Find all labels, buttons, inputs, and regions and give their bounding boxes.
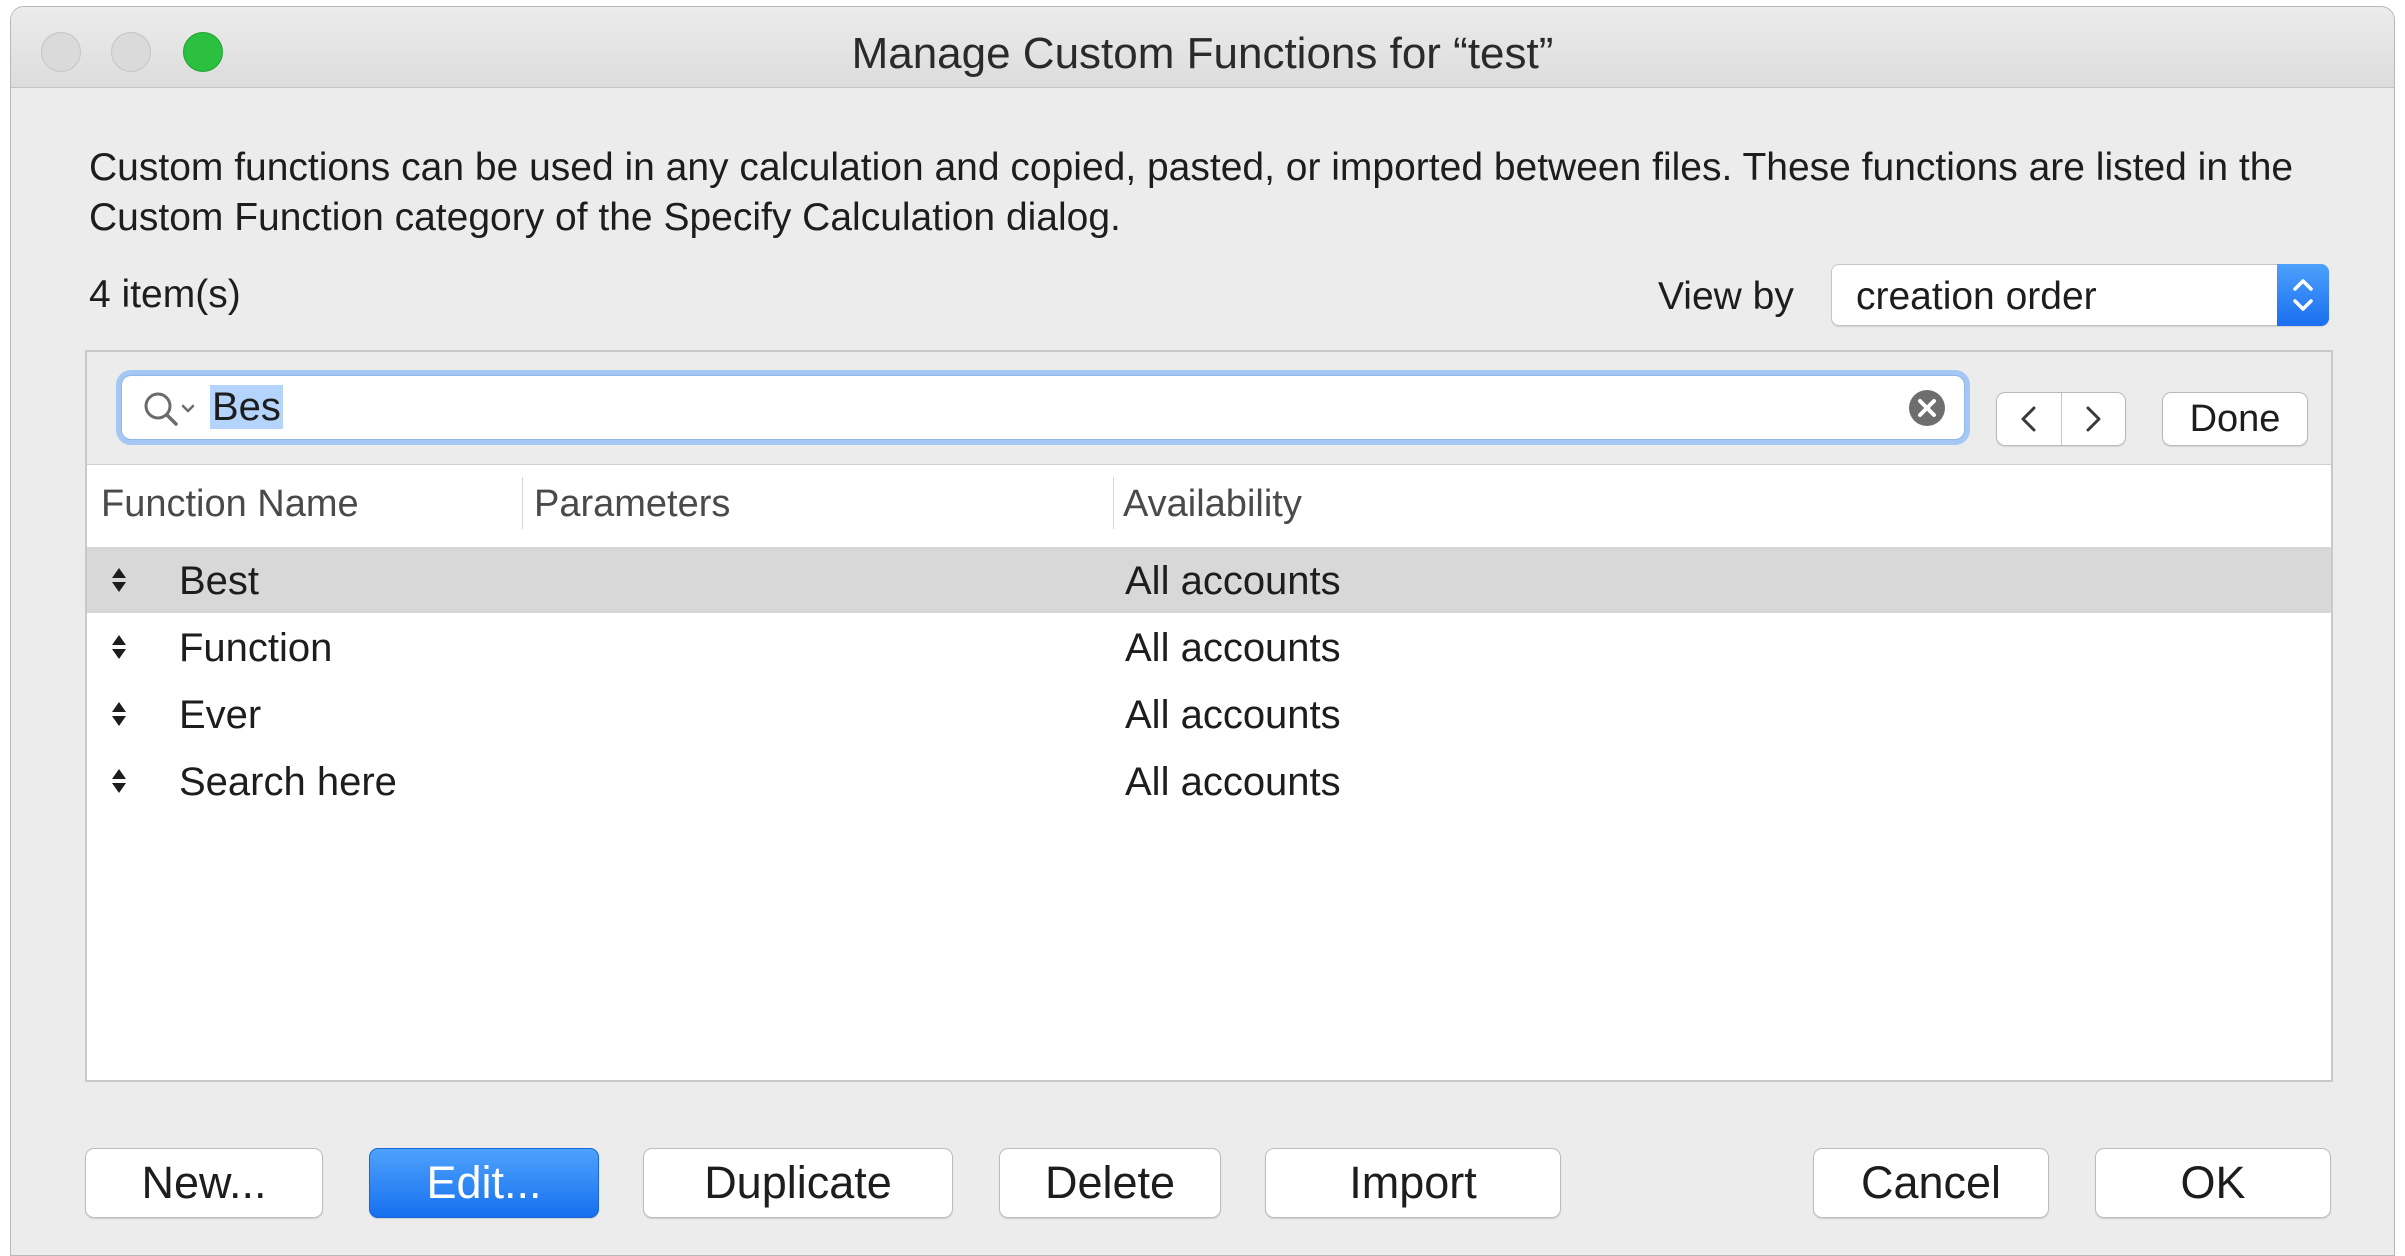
duplicate-button[interactable]: Duplicate: [643, 1148, 953, 1218]
view-by-label: View by: [1658, 275, 1794, 318]
cancel-button[interactable]: Cancel: [1813, 1148, 2049, 1218]
view-by-select[interactable]: creation order: [1831, 264, 2329, 326]
availability-cell: All accounts: [1125, 559, 1341, 603]
column-header-parameters[interactable]: Parameters: [534, 483, 730, 526]
availability-cell: All accounts: [1125, 626, 1341, 670]
availability-cell: All accounts: [1125, 760, 1341, 804]
search-value: Bes: [210, 385, 283, 429]
view-by-value: creation order: [1856, 275, 2097, 318]
drag-handle-icon[interactable]: [109, 633, 129, 666]
find-previous-button[interactable]: [1997, 393, 2062, 445]
find-bar: Bes Done: [87, 352, 2331, 465]
table-row[interactable]: Search here All accounts: [87, 748, 2331, 814]
availability-cell: All accounts: [1125, 693, 1341, 737]
drag-handle-icon[interactable]: [109, 767, 129, 800]
clear-search-icon[interactable]: [1908, 389, 1946, 432]
window-title: Manage Custom Functions for “test”: [851, 29, 1554, 78]
up-down-chevron-icon: [2277, 264, 2329, 326]
edit-button[interactable]: Edit...: [369, 1148, 599, 1218]
column-header-availability[interactable]: Availability: [1123, 483, 1302, 526]
search-icon[interactable]: [142, 390, 202, 433]
find-navigation: [1996, 392, 2126, 446]
column-divider[interactable]: [522, 477, 523, 529]
table-row[interactable]: Best All accounts: [87, 547, 2331, 613]
import-button[interactable]: Import: [1265, 1148, 1561, 1218]
find-done-button[interactable]: Done: [2162, 392, 2308, 446]
function-name-cell: Best: [179, 559, 260, 603]
drag-handle-icon[interactable]: [109, 566, 129, 599]
table-row[interactable]: Function All accounts: [87, 614, 2331, 680]
functions-panel: Bes Done Function Name Parameters Availa…: [85, 350, 2333, 1082]
delete-button[interactable]: Delete: [999, 1148, 1221, 1218]
find-next-button[interactable]: [2061, 393, 2125, 445]
function-name-cell: Ever: [179, 693, 262, 737]
dialog-window: Manage Custom Functions for “test” Custo…: [10, 6, 2395, 1256]
drag-handle-icon[interactable]: [109, 700, 129, 733]
new-button[interactable]: New...: [85, 1148, 323, 1218]
description-text: Custom functions can be used in any calc…: [89, 146, 2294, 239]
search-input[interactable]: Bes: [121, 375, 1965, 440]
function-name-cell: Search here: [179, 760, 397, 804]
chevron-left-icon: [2021, 406, 2036, 432]
function-name-cell: Function: [179, 626, 333, 670]
item-count: 4 item(s): [89, 273, 241, 316]
column-header-function-name[interactable]: Function Name: [101, 483, 359, 526]
column-divider[interactable]: [1113, 477, 1114, 529]
table-row[interactable]: Ever All accounts: [87, 681, 2331, 747]
table-header: Function Name Parameters Availability: [87, 465, 2331, 539]
ok-button[interactable]: OK: [2095, 1148, 2331, 1218]
chevron-right-icon: [2086, 406, 2101, 432]
title-bar: Manage Custom Functions for “test”: [11, 7, 2394, 88]
